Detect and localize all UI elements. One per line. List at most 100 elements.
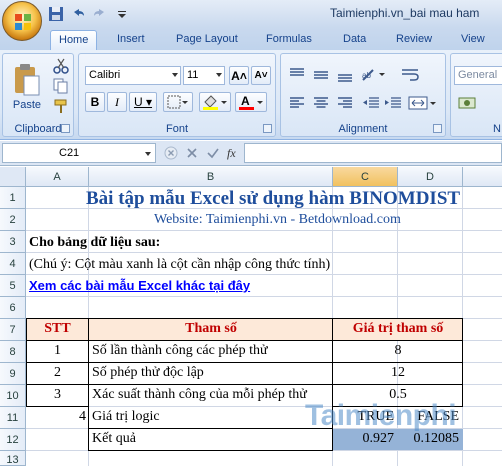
table-cell[interactable]: Giá trị logic — [92, 409, 160, 425]
row-header-5[interactable]: 5 — [0, 275, 26, 297]
note-text[interactable]: (Chú ý: Cột màu xanh là cột cần nhập côn… — [29, 257, 330, 273]
fill-color-button[interactable] — [199, 92, 231, 112]
paste-button[interactable]: Paste — [5, 56, 49, 118]
office-button[interactable] — [2, 1, 42, 41]
format-painter-icon[interactable] — [53, 98, 69, 114]
column-header-d[interactable]: D — [398, 167, 463, 187]
table-border — [26, 362, 463, 363]
website-line[interactable]: Website: Taimienphi.vn - Betdownload.com — [154, 212, 401, 228]
cancel-formula-icon[interactable] — [164, 146, 178, 160]
row-header-2[interactable]: 2 — [0, 209, 26, 231]
tab-formulas[interactable]: Formulas — [266, 30, 312, 50]
table-cell[interactable]: 1 — [26, 343, 89, 359]
alignment-group-label: Alignment — [338, 123, 388, 135]
column-header-c[interactable]: C — [333, 167, 398, 187]
grow-font-button[interactable]: A˄ — [229, 66, 249, 85]
row-header-12[interactable]: 12 — [0, 429, 26, 451]
formula-input[interactable] — [244, 143, 502, 163]
align-middle-icon[interactable] — [311, 66, 331, 84]
worksheet-grid[interactable]: A B C D 1 2 3 4 5 6 7 8 9 10 11 12 13 Bà… — [0, 167, 502, 466]
merge-center-icon[interactable] — [407, 94, 437, 112]
number-format-combo[interactable]: General — [454, 66, 502, 85]
font-size-combo[interactable]: 11 — [183, 66, 225, 85]
row-header-7[interactable]: 7 — [0, 319, 26, 341]
wrap-text-icon[interactable] — [399, 66, 421, 84]
borders-button[interactable] — [163, 92, 193, 112]
select-all-corner[interactable] — [0, 167, 26, 187]
number-format-value: General — [458, 69, 498, 81]
tab-home[interactable]: Home — [50, 30, 98, 50]
header-stt[interactable]: STT — [26, 321, 89, 337]
align-right-icon[interactable] — [335, 94, 355, 112]
table-cell[interactable]: Xác suất thành công của mỗi phép thử — [92, 387, 307, 403]
column-header-e[interactable] — [463, 167, 502, 187]
italic-icon: I — [115, 94, 119, 109]
tab-data[interactable]: Data — [343, 30, 366, 50]
tab-insert[interactable]: Insert — [117, 30, 145, 50]
table-cell[interactable]: Kết quả — [92, 431, 136, 447]
table-cell[interactable]: 2 — [26, 365, 89, 381]
table-cell[interactable]: 12 — [333, 365, 463, 381]
row-header-6[interactable]: 6 — [0, 297, 26, 319]
row-header-1[interactable]: 1 — [0, 187, 26, 209]
header-value[interactable]: Giá trị tham số — [333, 321, 463, 337]
result-cell[interactable]: 0.12085 — [398, 431, 460, 447]
header-param[interactable]: Tham số — [89, 321, 333, 337]
cut-icon[interactable] — [53, 58, 69, 74]
orientation-icon[interactable]: ab — [359, 66, 387, 84]
tab-review[interactable]: Review — [396, 30, 432, 50]
redo-icon[interactable] — [92, 6, 108, 22]
name-box[interactable]: C21 — [2, 143, 156, 163]
alignment-launcher[interactable] — [433, 124, 442, 133]
bold-icon: B — [90, 95, 100, 109]
gridline — [26, 252, 502, 253]
table-cell[interactable]: 3 — [26, 387, 89, 403]
align-bottom-icon[interactable] — [335, 66, 355, 84]
row-header-9[interactable]: 9 — [0, 363, 26, 385]
currency-icon[interactable] — [457, 94, 479, 112]
save-icon[interactable] — [48, 6, 64, 22]
title-bar: Taimienphi.vn_bai mau ham — [0, 0, 502, 28]
row-header-11[interactable]: 11 — [0, 407, 26, 429]
row-header-13[interactable]: 13 — [0, 451, 26, 466]
row-header-3[interactable]: 3 — [0, 231, 26, 253]
formula-buttons: fx — [160, 143, 242, 163]
font-launcher[interactable] — [263, 124, 272, 133]
insert-function-icon[interactable]: fx — [227, 146, 236, 161]
undo-icon[interactable] — [70, 6, 86, 22]
align-left-icon[interactable] — [287, 94, 307, 112]
row-header-4[interactable]: 4 — [0, 253, 26, 275]
result-cell[interactable]: 0.927 — [333, 431, 395, 447]
increase-indent-icon[interactable] — [383, 94, 403, 112]
row-header-10[interactable]: 10 — [0, 385, 26, 407]
cancel-icon[interactable] — [185, 146, 199, 160]
column-header-a[interactable]: A — [26, 167, 89, 187]
row-header-8[interactable]: 8 — [0, 341, 26, 363]
gridline — [26, 296, 502, 297]
clipboard-launcher[interactable] — [61, 124, 70, 133]
customize-qat-icon[interactable] — [114, 6, 130, 22]
watermark-logo: Taimienphi — [305, 399, 457, 432]
copy-icon[interactable] — [53, 78, 69, 94]
italic-button[interactable]: I — [107, 92, 127, 112]
table-cell[interactable]: 8 — [333, 343, 463, 359]
underline-button[interactable]: U ▾ — [129, 92, 157, 112]
align-top-icon[interactable] — [287, 66, 307, 84]
enter-icon[interactable] — [206, 146, 220, 160]
column-header-b[interactable]: B — [89, 167, 333, 187]
decrease-indent-icon[interactable] — [361, 94, 381, 112]
tab-page-layout[interactable]: Page Layout — [176, 30, 238, 50]
grow-font-icon: A˄ — [231, 68, 247, 83]
align-center-icon[interactable] — [311, 94, 331, 112]
tab-view[interactable]: View — [461, 30, 485, 50]
shrink-font-button[interactable]: A˅ — [251, 66, 271, 85]
table-cell[interactable]: Số lần thành công các phép thử — [92, 343, 268, 359]
table-cell[interactable]: 4 — [26, 409, 86, 425]
font-color-button[interactable]: A — [235, 92, 267, 112]
table-cell[interactable]: Số phép thử độc lập — [92, 365, 204, 381]
intro-text[interactable]: Cho bảng dữ liệu sau: — [29, 235, 160, 251]
bold-button[interactable]: B — [85, 92, 105, 112]
sheet-title[interactable]: Bài tập mẫu Excel sử dụng hàm BINOMDIST — [86, 188, 460, 210]
font-name-combo[interactable]: Calibri — [85, 66, 181, 85]
other-samples-link[interactable]: Xem các bài mẫu Excel khác tại đây — [29, 278, 250, 293]
